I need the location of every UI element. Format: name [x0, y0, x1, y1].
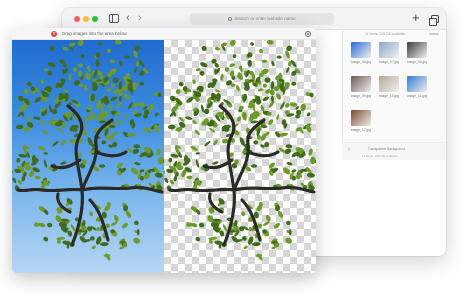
files-header: 11 items, 225 GB available [343, 30, 446, 38]
file-thumbnail[interactable] [351, 110, 371, 126]
sidebar-icon[interactable] [109, 14, 119, 23]
drop-hint: Drag images into the area below [62, 31, 127, 36]
close-window-button[interactable] [74, 16, 80, 22]
app-window: × Drag images into the area below [12, 28, 316, 273]
file-thumbnail[interactable] [351, 76, 371, 92]
search-icon [228, 16, 233, 21]
file-label: image_10.jpg [378, 94, 400, 98]
tree-cutout [164, 40, 316, 261]
file-label: image_07.jpg [378, 60, 400, 64]
file-label: image_11.jpg [406, 94, 428, 98]
file-label: image_09.jpg [350, 94, 372, 98]
tree-photo [12, 40, 164, 261]
app-toolbar: × Drag images into the area below [12, 28, 316, 40]
original-image-pane [12, 40, 164, 273]
file-thumbnail[interactable] [379, 42, 399, 58]
minimize-window-button[interactable] [83, 16, 89, 22]
address-placeholder: Search or enter website name [234, 16, 296, 21]
files-status-text: Transparent Background [367, 147, 406, 151]
address-bar[interactable]: Search or enter website name [190, 13, 334, 25]
file-label: image_06.jpg [350, 60, 372, 64]
file-thumbnail[interactable] [407, 42, 427, 58]
close-icon[interactable]: × [51, 31, 57, 37]
transparent-result-pane [164, 40, 316, 273]
chevron-left-icon[interactable]: ‹ [126, 12, 130, 24]
chevron-right-icon[interactable]: › [138, 12, 142, 24]
file-thumbnail[interactable] [379, 76, 399, 92]
zoom-window-button[interactable] [92, 16, 98, 22]
file-label: image_08.jpg [406, 60, 428, 64]
file-thumbnail[interactable] [407, 76, 427, 92]
zoom-slider[interactable] [429, 33, 439, 35]
tabs-icon[interactable] [429, 15, 439, 26]
file-label: image_12.jpg [350, 128, 372, 132]
tree-foliage [164, 40, 316, 261]
tree-foliage [12, 40, 164, 261]
file-thumbnail[interactable] [351, 42, 371, 58]
gear-icon[interactable] [305, 31, 311, 37]
files-panel: 11 items, 225 GB available image_06.jpgi… [342, 30, 446, 160]
files-header-text: 11 items, 225 GB available [365, 32, 406, 36]
files-footer: 11 items, 225 GB available [342, 152, 446, 160]
browser-titlebar: ‹ › Search or enter website name + [62, 8, 446, 30]
plus-icon[interactable]: + [412, 11, 420, 25]
